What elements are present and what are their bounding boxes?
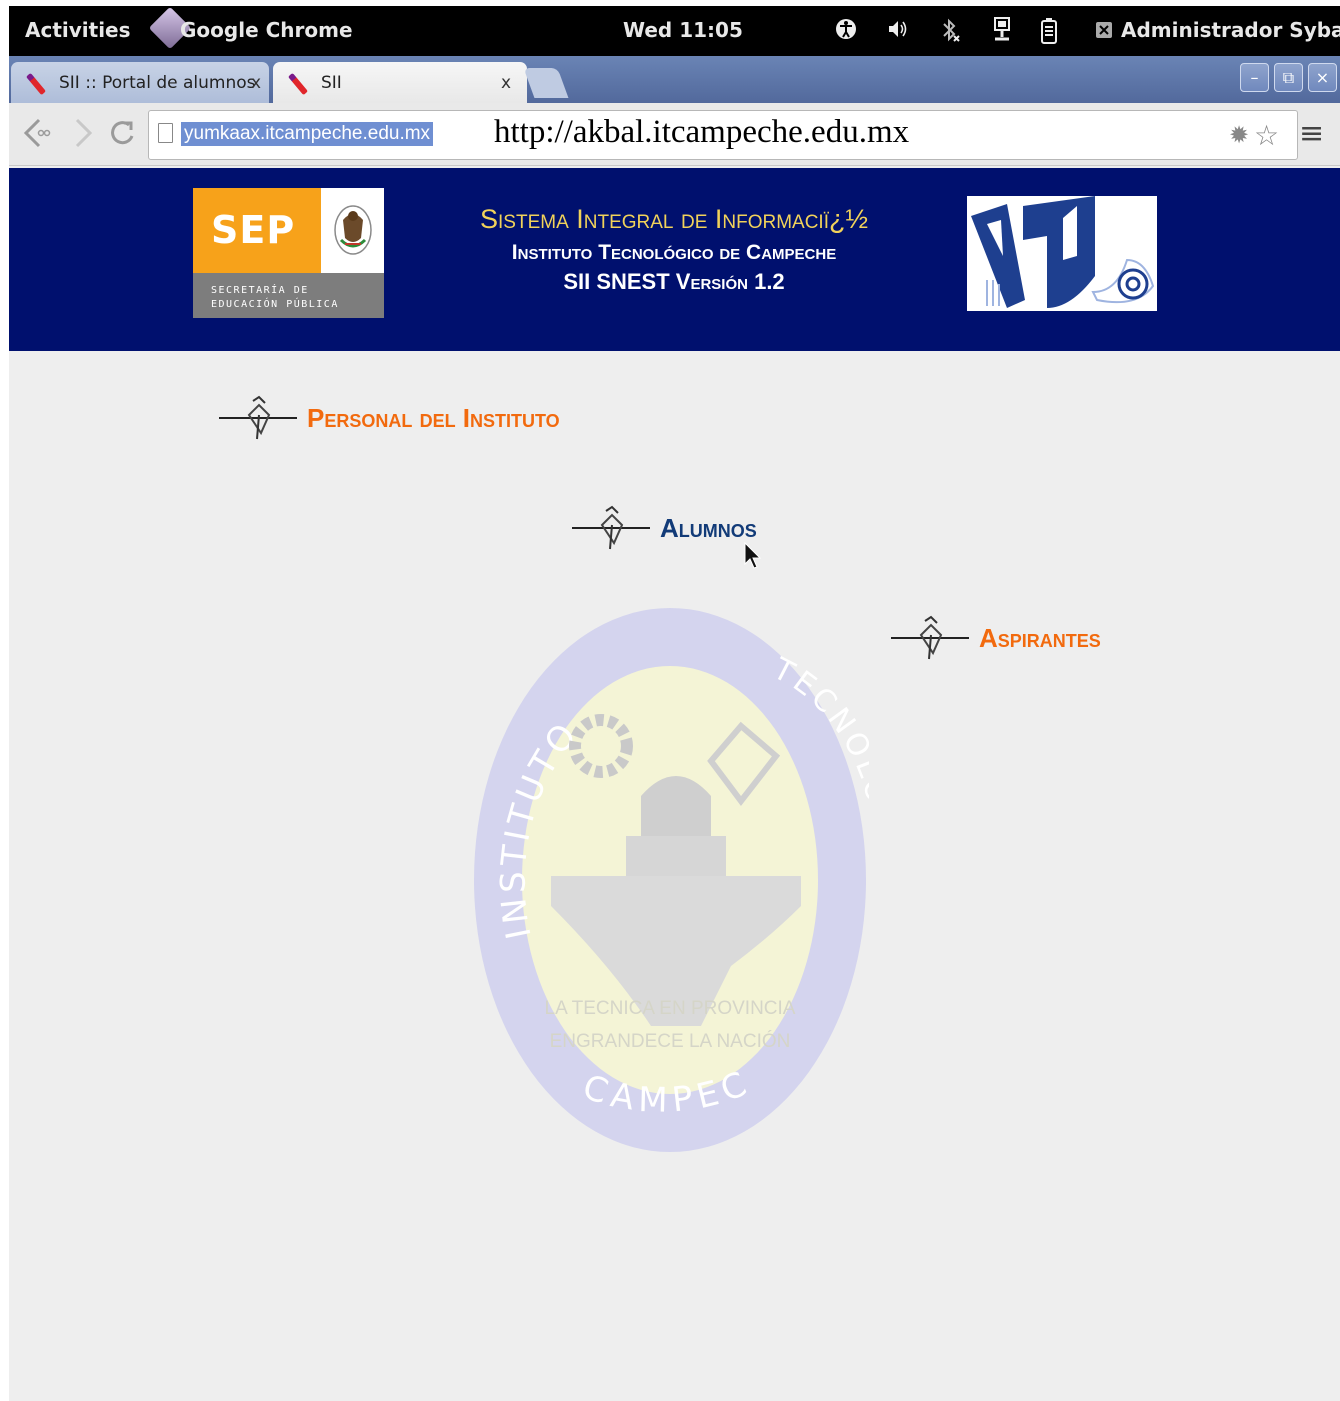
favicon-feather-icon bbox=[287, 72, 309, 96]
pen-bullet-icon bbox=[219, 395, 297, 440]
mouse-pointer-icon bbox=[744, 542, 762, 569]
favicon-feather-icon bbox=[25, 72, 47, 96]
page-icon bbox=[158, 123, 173, 143]
restore-window-icon[interactable]: ⧉ bbox=[1274, 63, 1303, 92]
institute-seal-watermark: INSTITUTO TECNOLOGICO CAMPECHE LA TECNIC… bbox=[471, 606, 869, 1152]
pen-bullet-icon bbox=[572, 505, 650, 550]
site-header-banner: SEP SECRETARÍA DE EDUCACIÓN PÚBLICA Sist… bbox=[9, 168, 1340, 351]
network-icon[interactable] bbox=[992, 17, 1012, 49]
tab-title: SII :: Portal de alumnos bbox=[59, 73, 256, 93]
institute-name: Instituto Tecnológico de Campeche bbox=[511, 241, 837, 264]
chrome-menu-icon[interactable]: ≡ bbox=[1299, 116, 1324, 151]
app-menu-button[interactable]: Google Chrome bbox=[180, 18, 353, 42]
reload-button[interactable] bbox=[107, 116, 137, 158]
tab-sii-portal-alumnos[interactable]: SII :: Portal de alumnos x bbox=[11, 62, 269, 103]
url-annotation: http://akbal.itcampeche.edu.mx bbox=[494, 114, 910, 150]
seal-motto-line2: ENGRANDECE LA NACIÓN bbox=[550, 1030, 791, 1052]
close-window-icon[interactable]: × bbox=[1308, 63, 1337, 92]
user-menu[interactable]: Administrador Sybase bbox=[1121, 18, 1340, 42]
address-bar[interactable]: yumkaax.itcampeche.edu.mx http://akbal.i… bbox=[148, 110, 1298, 160]
screen: Activities Google Chrome Wed 11:05 Admin… bbox=[9, 6, 1340, 1401]
forward-button[interactable] bbox=[65, 116, 95, 158]
bookmark-star-icon[interactable]: ☆ bbox=[1254, 119, 1279, 152]
mexican-eagle-icon bbox=[334, 205, 372, 255]
system-top-bar: Activities Google Chrome Wed 11:05 Admin… bbox=[9, 6, 1340, 56]
user-status-icon bbox=[1095, 20, 1113, 45]
seal-motto-line1: LA TECNICA EN PROVINCIA bbox=[545, 998, 796, 1019]
system-title: Sistema Integral de Informaciï¿½ bbox=[480, 204, 868, 234]
url-text[interactable]: yumkaax.itcampeche.edu.mx bbox=[181, 122, 434, 146]
close-tab-icon[interactable]: x bbox=[251, 73, 261, 93]
tab-sii[interactable]: SII x bbox=[273, 62, 527, 103]
banner-titles: Sistema Integral de Informaciï¿½ Institu… bbox=[389, 204, 959, 295]
extension-icon[interactable]: ✹ bbox=[1229, 121, 1249, 149]
battery-icon[interactable] bbox=[1040, 17, 1058, 51]
clock[interactable]: Wed 11:05 bbox=[623, 18, 743, 42]
tab-title: SII bbox=[321, 73, 342, 93]
minimize-window-icon[interactable]: – bbox=[1240, 63, 1269, 92]
link-label[interactable]: Personal del Instituto bbox=[307, 403, 560, 434]
link-label[interactable]: Alumnos bbox=[660, 513, 757, 544]
sep-subtitle-line1: SECRETARÍA DE bbox=[211, 285, 309, 296]
accessibility-icon[interactable] bbox=[835, 17, 857, 47]
sep-logo-text: SEP bbox=[211, 208, 296, 252]
close-tab-icon[interactable]: x bbox=[501, 73, 511, 93]
browser-toolbar: yumkaax.itcampeche.edu.mx http://akbal.i… bbox=[9, 103, 1340, 166]
version-label: SII SNEST Versión 1.2 bbox=[563, 269, 785, 294]
browser-tab-strip: SII :: Portal de alumnos x SII x – ⧉ × bbox=[9, 56, 1340, 103]
sep-logo: SEP SECRETARÍA DE EDUCACIÓN PÚBLICA bbox=[193, 188, 384, 318]
activities-button[interactable]: Activities bbox=[25, 18, 131, 42]
volume-icon[interactable] bbox=[886, 17, 910, 47]
sep-subtitle-line2: EDUCACIÓN PÚBLICA bbox=[211, 299, 339, 310]
tecnm-logo bbox=[967, 196, 1157, 311]
link-label[interactable]: Aspirantes bbox=[979, 623, 1101, 654]
new-tab-button[interactable] bbox=[523, 68, 569, 98]
bluetooth-icon[interactable] bbox=[939, 17, 961, 49]
pen-bullet-icon bbox=[891, 615, 969, 660]
back-button[interactable] bbox=[21, 116, 51, 158]
